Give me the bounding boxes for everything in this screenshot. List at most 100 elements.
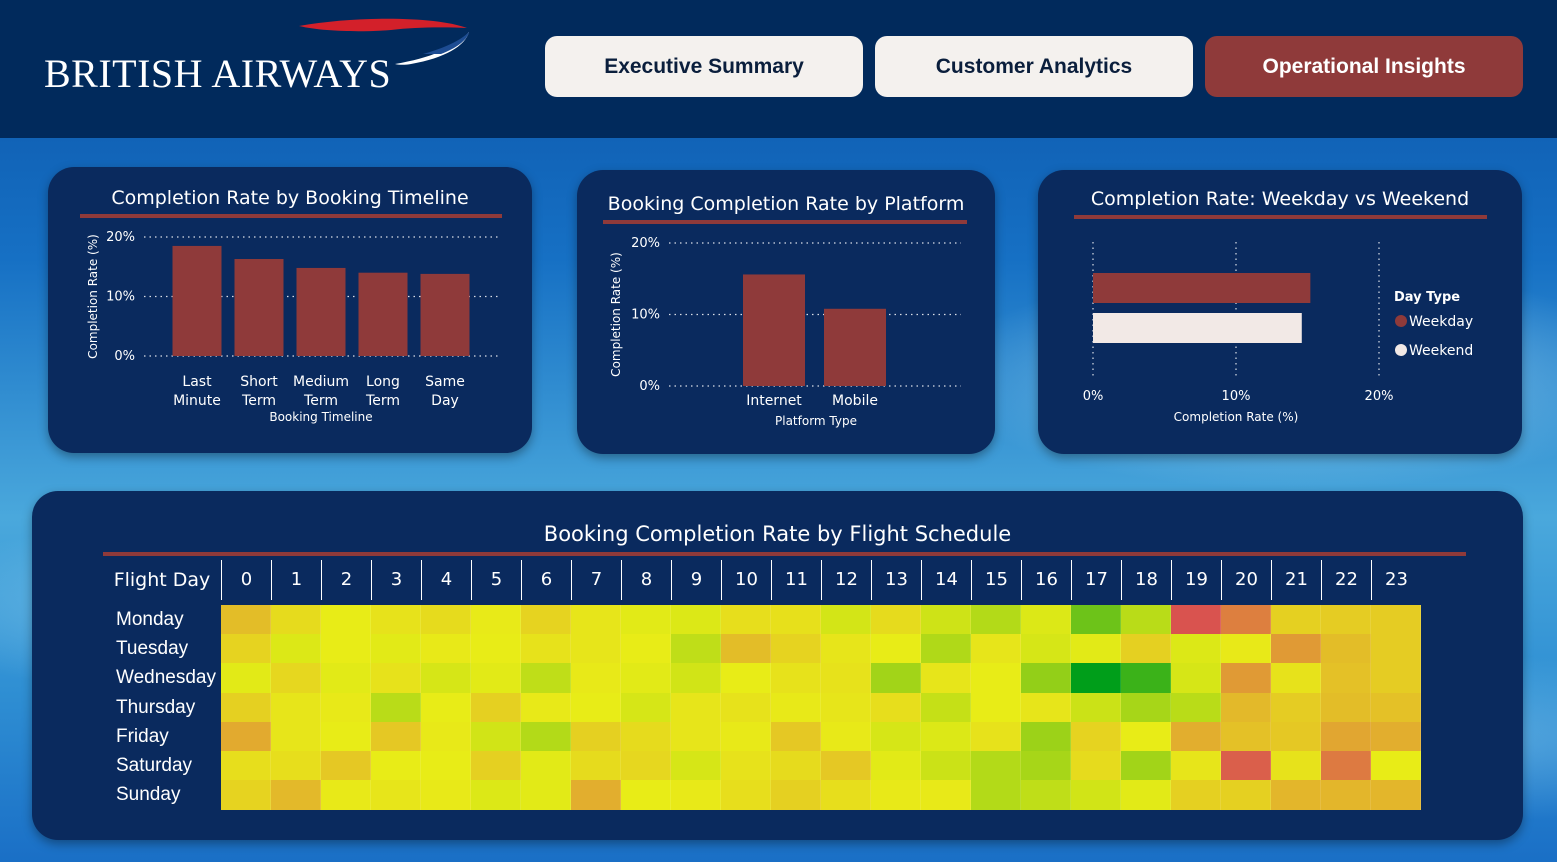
heatmap-cell bbox=[771, 605, 821, 635]
heatmap-cell bbox=[1121, 634, 1171, 664]
weekday-weekend-chart: 0% 10% 20% Completion Rate (%) Day Type Weekd… bbox=[1083, 242, 1473, 424]
heatmap-cell bbox=[521, 634, 571, 664]
heatmap-cell bbox=[471, 634, 521, 664]
heatmap-cell bbox=[471, 721, 521, 752]
heatmap-cell bbox=[1021, 721, 1071, 752]
heatmap-cell bbox=[1371, 692, 1421, 723]
bar bbox=[234, 259, 284, 356]
heatmap-cell bbox=[1371, 780, 1421, 810]
heatmap-cell bbox=[1221, 780, 1271, 810]
heatmap-cell bbox=[821, 605, 871, 635]
heatmap-cell bbox=[721, 780, 771, 810]
heatmap-cell bbox=[721, 634, 771, 664]
heatmap-cell bbox=[1271, 751, 1321, 781]
hour-header: 0 bbox=[221, 560, 271, 600]
legend-title: Day Type bbox=[1394, 290, 1460, 305]
heatmap-cell bbox=[521, 780, 571, 810]
heatmap-cell bbox=[271, 721, 321, 752]
heatmap-cell bbox=[921, 721, 971, 752]
heatmap-cell bbox=[321, 663, 371, 693]
heatmap-cell bbox=[971, 634, 1021, 664]
legend-marker-icon bbox=[1395, 344, 1407, 356]
heatmap-cell bbox=[371, 721, 421, 752]
heatmap-cell bbox=[221, 663, 271, 693]
heatmap-cell bbox=[321, 721, 371, 752]
heatmap-cell bbox=[1021, 663, 1071, 693]
hour-header: 14 bbox=[921, 560, 971, 600]
hour-header: 23 bbox=[1371, 560, 1421, 600]
heatmap-cell bbox=[821, 780, 871, 810]
heatmap-cell bbox=[271, 634, 321, 664]
heatmap-cell bbox=[771, 780, 821, 810]
x-tick-label: Short bbox=[240, 374, 278, 390]
heatmap-cell bbox=[1171, 751, 1221, 781]
hour-header: 10 bbox=[721, 560, 771, 600]
hour-header: 21 bbox=[1271, 560, 1321, 600]
heatmap-cell bbox=[371, 780, 421, 810]
heatmap-cell bbox=[1371, 605, 1421, 635]
heatmap-cell bbox=[221, 780, 271, 810]
x-tick-label: Same bbox=[425, 374, 465, 390]
hour-header: 18 bbox=[1121, 560, 1171, 600]
heatmap-cell bbox=[1121, 605, 1171, 635]
platform-card: Booking Completion Rate by Platform 0% 10… bbox=[577, 170, 995, 454]
heatmap-cell bbox=[871, 634, 921, 664]
heatmap-cell bbox=[321, 751, 371, 781]
heatmap-cell bbox=[921, 663, 971, 693]
heatmap-cell bbox=[271, 663, 321, 693]
heatmap-cell bbox=[221, 721, 271, 752]
heatmap-cell bbox=[871, 692, 921, 723]
legend-label: Weekday bbox=[1409, 314, 1473, 330]
heatmap-cell bbox=[271, 780, 321, 810]
heatmap-cell bbox=[571, 634, 621, 664]
bar bbox=[358, 272, 408, 356]
heatmap-cell bbox=[1221, 663, 1271, 693]
tab-executive-summary[interactable]: Executive Summary bbox=[545, 36, 863, 97]
hour-header: 19 bbox=[1171, 560, 1221, 600]
bar bbox=[743, 274, 805, 386]
hour-header: 20 bbox=[1221, 560, 1271, 600]
heatmap-cell bbox=[221, 751, 271, 781]
hour-header: 3 bbox=[371, 560, 421, 600]
hour-header: 7 bbox=[571, 560, 621, 600]
heatmap-cell bbox=[1221, 634, 1271, 664]
heatmap-cell bbox=[721, 663, 771, 693]
hour-header: 17 bbox=[1071, 560, 1121, 600]
tab-customer-analytics[interactable]: Customer Analytics bbox=[875, 36, 1193, 97]
heatmap-cell bbox=[971, 663, 1021, 693]
x-tick-label: Term bbox=[365, 393, 400, 409]
heatmap-cell bbox=[571, 751, 621, 781]
bar bbox=[824, 308, 886, 386]
tab-operational-insights[interactable]: Operational Insights bbox=[1205, 36, 1523, 97]
heatmap-cell bbox=[871, 605, 921, 635]
heatmap-cell bbox=[321, 692, 371, 723]
y-tick-label: 0% bbox=[639, 379, 660, 394]
heatmap-cell bbox=[471, 692, 521, 723]
heatmap-cell bbox=[821, 692, 871, 723]
heatmap-cell bbox=[771, 692, 821, 723]
heatmap-cell bbox=[571, 721, 621, 752]
heatmap-cell bbox=[1221, 721, 1271, 752]
heatmap-cell bbox=[221, 692, 271, 723]
heatmap-cell bbox=[671, 780, 721, 810]
day-label: Saturday bbox=[116, 755, 193, 776]
heatmap-cell bbox=[1271, 721, 1321, 752]
x-axis-title: Completion Rate (%) bbox=[1174, 410, 1299, 424]
legend-label: Weekend bbox=[1409, 343, 1473, 359]
heatmap-cell bbox=[971, 605, 1021, 635]
heatmap-cell bbox=[371, 634, 421, 664]
heatmap-cell bbox=[421, 780, 471, 810]
heatmap-cell bbox=[1021, 605, 1071, 635]
bar bbox=[296, 267, 346, 356]
heatmap-cell bbox=[1171, 605, 1221, 635]
heatmap-cell bbox=[271, 692, 321, 723]
heatmap-cell bbox=[271, 605, 321, 635]
x-tick-label: Medium bbox=[293, 374, 349, 390]
day-label: Tuesday bbox=[116, 638, 189, 660]
heatmap-cell bbox=[1221, 692, 1271, 723]
x-tick-label: Day bbox=[431, 393, 459, 409]
heatmap-title: Booking Completion Rate by Flight Schedu… bbox=[543, 522, 1012, 546]
heatmap-cell bbox=[471, 663, 521, 693]
heatmap-cell bbox=[1071, 663, 1121, 693]
heatmap-cell bbox=[421, 634, 471, 664]
